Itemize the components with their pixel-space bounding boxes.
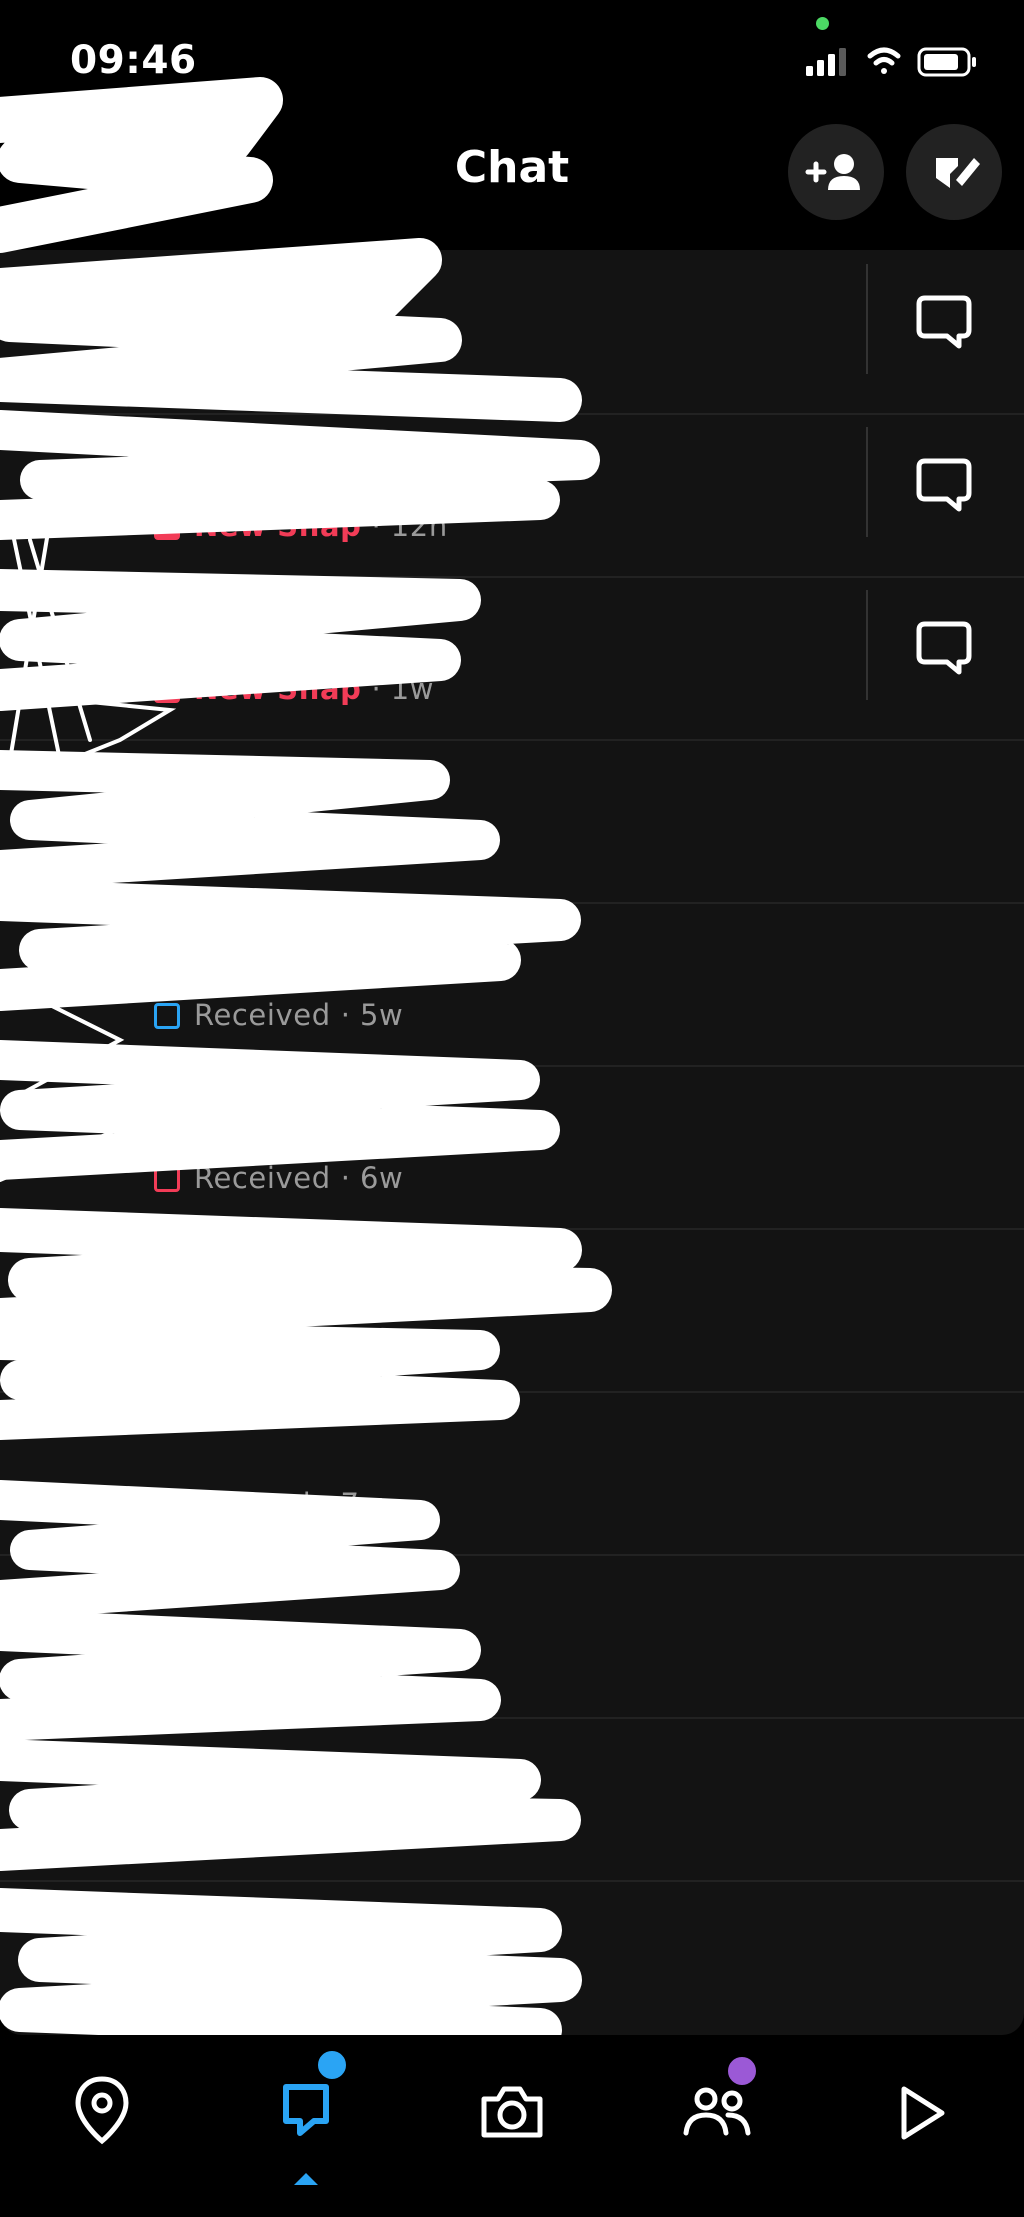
chat-bubble-icon xyxy=(916,621,972,675)
chat-received-icon xyxy=(154,1003,180,1029)
quick-reply-button[interactable] xyxy=(905,606,985,686)
chat-status-line: Received · 7w xyxy=(154,1650,403,1690)
quick-reply-button[interactable] xyxy=(905,280,985,360)
separator-dot: · xyxy=(340,1161,350,1195)
chat-status-text: Received xyxy=(194,1161,331,1195)
chat-age: 7w xyxy=(194,1976,238,2010)
chat-row[interactable]: New Snap · 12h xyxy=(0,413,1024,578)
separator-dot: · xyxy=(340,835,350,869)
chat-age: 6w xyxy=(359,1161,404,1195)
snap-received-icon xyxy=(154,1329,180,1355)
chat-notification-dot xyxy=(314,2047,350,2083)
chat-status-line: New Snap · 12h xyxy=(154,509,448,549)
chat-age: 12h xyxy=(390,509,448,543)
stories-notification-dot xyxy=(724,2053,760,2089)
chat-age: 2w xyxy=(359,835,404,869)
chat-row[interactable]: Opened · 7w xyxy=(0,1391,1024,1556)
chat-row[interactable]: Received · 7w xyxy=(0,1554,1024,1719)
chat-status-text: New Snap xyxy=(194,672,362,706)
snap-received-icon xyxy=(154,1492,180,1518)
separator-dot: · xyxy=(371,672,381,706)
chat-age: 7w xyxy=(359,1650,404,1684)
snap-received-icon xyxy=(154,1166,180,1192)
chat-status-text: Opened xyxy=(194,1487,312,1521)
quick-reply-button[interactable] xyxy=(905,443,985,523)
nav-camera[interactable] xyxy=(462,2063,562,2163)
chat-row[interactable]: Received · 6w xyxy=(0,1228,1024,1393)
chat-status-line: Opened · 7w xyxy=(154,1487,384,1527)
privacy-indicator-dot xyxy=(816,17,829,30)
bottom-nav xyxy=(0,2035,1024,2217)
separator-dot: · xyxy=(371,509,381,543)
chat-row[interactable]: Received · 6w xyxy=(0,1065,1024,1230)
chat-row[interactable] xyxy=(0,1717,1024,1882)
chat-status-text: Received xyxy=(194,1650,331,1684)
add-friend-button[interactable] xyxy=(788,124,884,220)
status-time: 09:46 xyxy=(70,38,197,83)
map-pin-icon xyxy=(75,2076,129,2145)
active-tab-indicator xyxy=(294,2173,318,2185)
new-snap-icon xyxy=(154,514,180,540)
chat-status-line: Received · 6w xyxy=(154,1161,403,1201)
chat-status-line: Received · 2w xyxy=(154,835,403,875)
chat-row[interactable]: Received · 2w xyxy=(0,739,1024,904)
signal-icon xyxy=(806,48,846,76)
new-chat-button[interactable] xyxy=(906,124,1002,220)
row-divider xyxy=(866,264,868,374)
chat-bubble-icon xyxy=(916,458,972,512)
row-divider xyxy=(866,427,868,537)
chat-age: 5w xyxy=(359,998,404,1032)
chat-status-line: 7w xyxy=(154,1976,237,2016)
nav-chat[interactable] xyxy=(256,2047,356,2185)
chat-received-icon xyxy=(154,1655,180,1681)
chat-status-text: New Snap xyxy=(194,509,362,543)
chat-age: 1w xyxy=(390,672,435,706)
separator-dot: · xyxy=(340,1650,350,1684)
chat-age: 6w xyxy=(359,1324,404,1358)
chat-header: Chat xyxy=(0,120,1024,260)
row-divider xyxy=(866,590,868,700)
chat-status-text: Received xyxy=(194,1324,331,1358)
camera-icon xyxy=(481,2086,543,2138)
nav-map[interactable] xyxy=(52,2063,152,2163)
chat-row[interactable]: 7w xyxy=(0,1880,1024,2035)
wifi-icon xyxy=(867,47,901,74)
add-friend-icon xyxy=(805,154,860,190)
status-bar: 09:46 xyxy=(0,0,1024,120)
chat-status-line: New Snap · 1w xyxy=(154,672,434,712)
new-snap-icon xyxy=(154,677,180,703)
chat-row[interactable] xyxy=(0,250,1024,415)
chat-status-line: Received · 6w xyxy=(154,1324,403,1364)
chat-row[interactable]: New Snap · 1w xyxy=(0,576,1024,741)
chat-status-line: Received · 5w xyxy=(154,998,403,1038)
chat-status-text: Received xyxy=(194,835,331,869)
chat-bubble-icon xyxy=(916,295,972,349)
status-icons xyxy=(806,47,976,77)
nav-spotlight[interactable] xyxy=(870,2063,970,2163)
chat-row[interactable]: Received · 5w xyxy=(0,902,1024,1067)
nav-stories[interactable] xyxy=(666,2053,766,2163)
chat-status-text: Received xyxy=(194,998,331,1032)
spotlight-play-icon xyxy=(901,2086,945,2140)
separator-dot: · xyxy=(340,1324,350,1358)
separator-dot: · xyxy=(340,998,350,1032)
separator-dot: · xyxy=(321,1487,331,1521)
chat-list[interactable]: New Snap · 12h New Snap · 1w Received · 2w Receiv… xyxy=(0,250,1024,2035)
new-chat-icon xyxy=(936,158,980,188)
battery-icon xyxy=(917,47,976,77)
chat-age: 7w xyxy=(340,1487,384,1521)
chat-received-icon xyxy=(154,1981,180,2007)
chat-received-icon xyxy=(154,840,180,866)
